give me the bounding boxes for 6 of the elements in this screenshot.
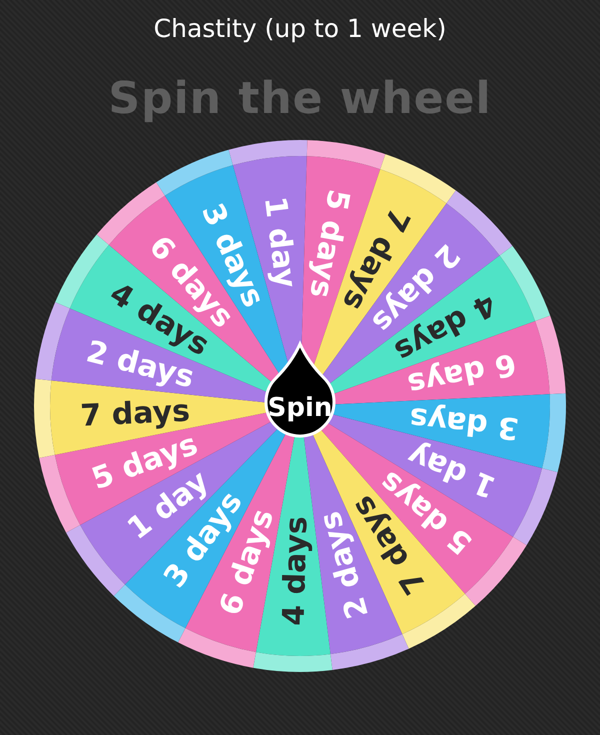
app-title: Chastity (up to 1 week) [154, 13, 446, 45]
heading: Spin the wheel [108, 72, 492, 126]
segment-label: 4 days [276, 515, 314, 626]
segment-label: 1 day [256, 194, 303, 290]
segment-label: 7 days [80, 393, 191, 434]
spin-button[interactable]: Spin [264, 342, 336, 438]
